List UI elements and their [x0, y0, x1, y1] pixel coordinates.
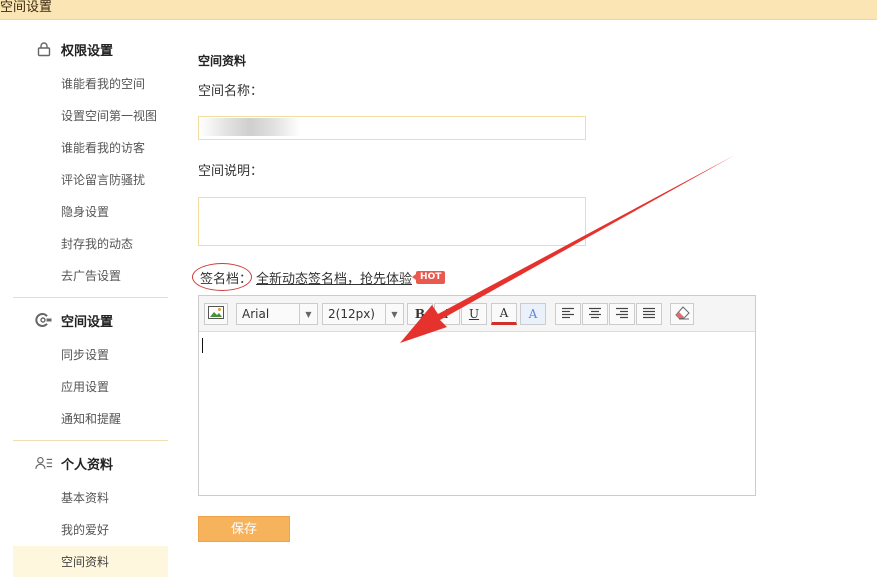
lock-icon [35, 40, 53, 58]
justify-button[interactable] [636, 303, 662, 325]
space-name-label: 空间名称： [198, 84, 264, 99]
sidebar-item-sync[interactable]: 同步设置 [13, 339, 168, 371]
save-button[interactable]: 保存 [198, 516, 290, 542]
sidebar-item-archive-feed[interactable]: 封存我的动态 [13, 228, 168, 260]
hot-badge: HOT [411, 270, 446, 284]
clear-format-button[interactable] [670, 303, 694, 325]
dynamic-signature-link[interactable]: 全新动态签名档，抢先体验 [256, 268, 412, 287]
insert-image-button[interactable] [204, 303, 228, 325]
sidebar-divider [13, 440, 168, 441]
gear-icon [35, 311, 53, 329]
italic-button[interactable]: I [434, 303, 460, 325]
sidebar-group-profile[interactable]: 个人资料 [13, 444, 168, 482]
sidebar-item-hobbies[interactable]: 我的爱好 [13, 514, 168, 546]
sidebar-group-label: 个人资料 [61, 457, 114, 473]
font-family-select[interactable]: Arial ▼ [236, 303, 318, 325]
annotation-circle [192, 262, 252, 291]
chevron-down-icon: ▼ [385, 304, 403, 324]
font-color-button[interactable]: A [491, 303, 517, 325]
sidebar-item-notifications[interactable]: 通知和提醒 [13, 403, 168, 435]
sidebar-item-anti-spam[interactable]: 评论留言防骚扰 [13, 164, 168, 196]
sidebar-item-who-can-view[interactable]: 谁能看我的空间 [13, 68, 168, 100]
sidebar-group-label: 空间设置 [61, 314, 114, 330]
signature-editor: Arial ▼ 2(12px) ▼ B I U A A [198, 295, 756, 496]
user-list-icon [35, 454, 53, 472]
image-icon [208, 306, 224, 322]
align-right-icon [615, 307, 629, 322]
sidebar-group-space-settings[interactable]: 空间设置 [13, 301, 168, 339]
align-center-button[interactable] [582, 303, 608, 325]
sidebar-divider [13, 297, 168, 298]
section-title: 空间资料 [198, 54, 247, 68]
sidebar-item-apps[interactable]: 应用设置 [13, 371, 168, 403]
align-left-button[interactable] [555, 303, 581, 325]
signature-row: 签名档： 全新动态签名档，抢先体验 HOT [192, 262, 446, 291]
font-family-value: Arial [242, 307, 270, 321]
sidebar-item-ads[interactable]: 去广告设置 [13, 260, 168, 292]
sidebar-group-permissions[interactable]: 权限设置 [13, 30, 168, 68]
bold-button[interactable]: B [407, 303, 433, 325]
editor-toolbar: Arial ▼ 2(12px) ▼ B I U A A [199, 296, 755, 332]
underline-button[interactable]: U [461, 303, 487, 325]
signature-label-wrap: 签名档： [192, 262, 254, 291]
editor-content-area[interactable] [199, 332, 755, 495]
sidebar-group-label: 权限设置 [61, 43, 114, 59]
sidebar-item-space-info[interactable]: 空间资料 [13, 546, 168, 577]
align-left-icon [561, 307, 575, 322]
page-title: 空间设置 [0, 0, 53, 15]
font-size-select[interactable]: 2(12px) ▼ [322, 303, 404, 325]
sidebar-item-first-view[interactable]: 设置空间第一视图 [13, 100, 168, 132]
align-right-button[interactable] [609, 303, 635, 325]
align-center-icon [588, 307, 602, 322]
highlight-button[interactable]: A [520, 303, 546, 325]
redacted-name-blur [200, 118, 300, 136]
sidebar-item-invisible[interactable]: 隐身设置 [13, 196, 168, 228]
font-size-value: 2(12px) [328, 307, 375, 321]
sidebar-item-visitors[interactable]: 谁能看我的访客 [13, 132, 168, 164]
sidebar-item-basic-info[interactable]: 基本资料 [13, 482, 168, 514]
eraser-icon [674, 305, 690, 323]
sidebar: 权限设置 谁能看我的空间 设置空间第一视图 谁能看我的访客 评论留言防骚扰 隐身… [13, 30, 168, 577]
justify-icon [642, 307, 656, 322]
chevron-down-icon: ▼ [299, 304, 317, 324]
space-desc-label: 空间说明： [198, 164, 264, 179]
space-desc-input[interactable] [198, 197, 586, 246]
main-panel: 空间资料 空间名称： 空间说明： 签名档： 全新动态签名档，抢先体验 HOT A… [192, 0, 877, 577]
text-caret [202, 338, 203, 353]
